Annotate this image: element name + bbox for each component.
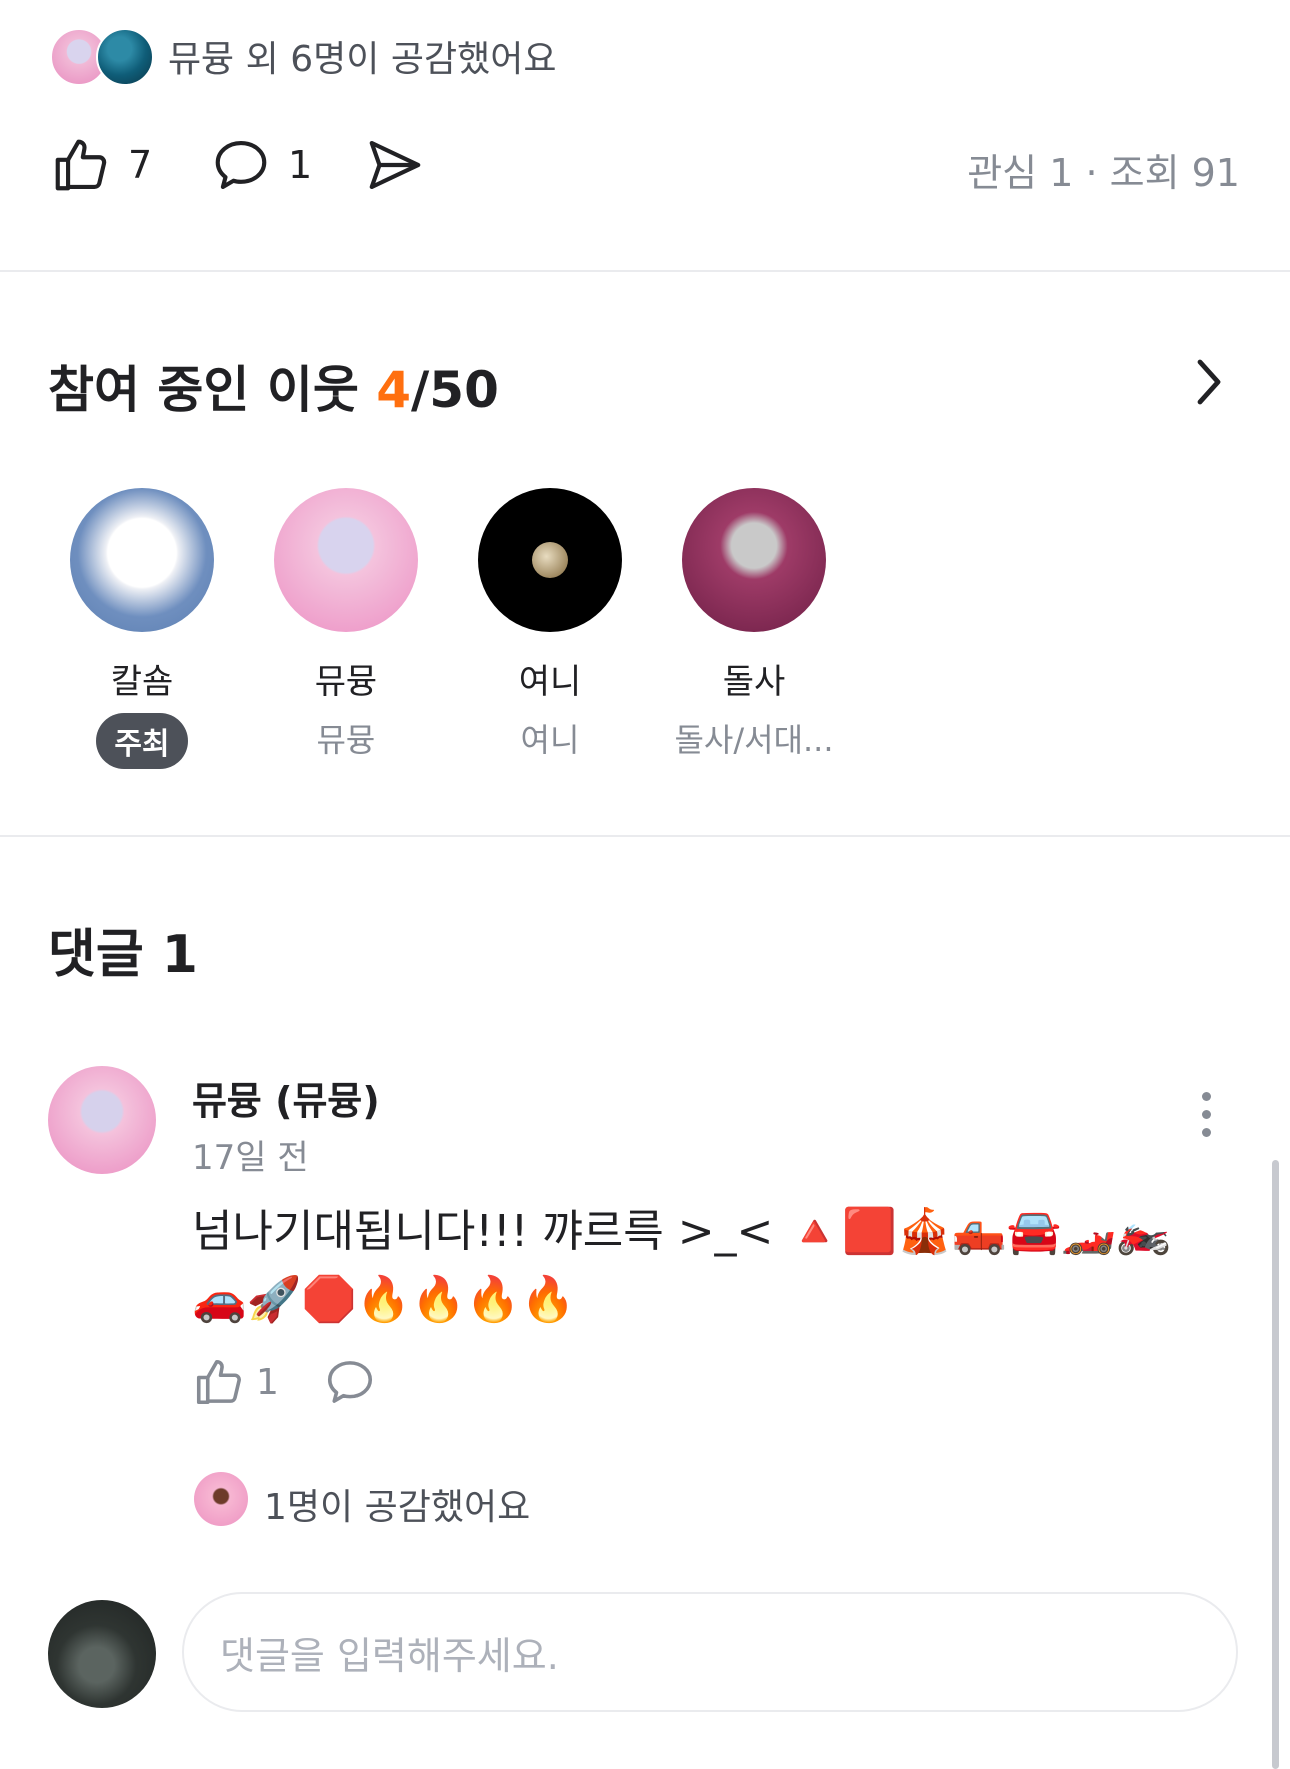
comment-input[interactable]: 댓글을 입력해주세요. xyxy=(182,1592,1238,1712)
avatar xyxy=(96,28,154,86)
participant-subtitle: 돌사/서대... xyxy=(674,721,834,759)
participants-current: 4 xyxy=(376,361,412,419)
participants-title: 참여 중인 이웃 4/50 xyxy=(48,350,499,422)
share-button[interactable] xyxy=(364,130,426,200)
comment-author[interactable]: 뮤뮹 (뮤뮹) xyxy=(192,1070,380,1125)
participant-item[interactable]: 칼숌 주최 xyxy=(42,488,242,769)
comment-button[interactable]: 1 xyxy=(210,130,312,200)
comment-text: 넘나기대됩니다!!! 꺄르륵 >_< 🔺🟥🎪🛻🚘🏎️🏍️🚗🚀🛑🔥🔥🔥🔥 xyxy=(192,1206,1171,1325)
comment-time: 17일 전 xyxy=(192,1138,309,1178)
participants-title-label: 참여 중인 이웃 xyxy=(48,361,377,419)
my-avatar xyxy=(48,1600,156,1708)
reply-bubble-icon[interactable] xyxy=(323,1355,377,1409)
like-button[interactable]: 7 xyxy=(50,130,152,200)
avatar xyxy=(194,1472,248,1526)
participant-name: 뮤뮹 xyxy=(314,662,378,702)
speech-bubble-icon xyxy=(215,140,267,190)
participant-item[interactable]: 돌사 돌사/서대... xyxy=(654,488,854,761)
participant-name: 돌사 xyxy=(722,662,786,702)
participant-item[interactable]: 뮤뮹 뮤뮹 xyxy=(246,488,446,761)
avatar xyxy=(274,488,418,632)
thumbs-up-icon[interactable] xyxy=(192,1355,246,1409)
host-badge: 주최 xyxy=(96,713,188,769)
comment-count: 1 xyxy=(288,143,313,187)
like-count: 7 xyxy=(128,143,153,187)
participant-subtitle: 뮤뮹 xyxy=(316,721,376,759)
more-options-icon[interactable] xyxy=(1196,1092,1216,1144)
reaction-avatars xyxy=(50,28,156,86)
comments-title: 댓글 1 xyxy=(48,925,198,985)
comment-input-placeholder: 댓글을 입력해주세요. xyxy=(220,1633,559,1678)
thumbs-up-icon xyxy=(55,139,107,191)
scrollbar[interactable] xyxy=(1272,1160,1279,1769)
chevron-right-icon[interactable] xyxy=(1188,356,1228,408)
participants-total: /50 xyxy=(411,361,499,419)
participant-item[interactable]: 여니 여니 xyxy=(450,488,650,761)
avatar xyxy=(682,488,826,632)
divider xyxy=(0,835,1290,837)
comment-actions: 1 xyxy=(192,1352,377,1412)
reactions-summary[interactable]: 뮤뮹 외 6명이 공감했어요 xyxy=(168,30,556,82)
comment-likes-summary[interactable]: 1명이 공감했어요 xyxy=(264,1478,530,1530)
comment-author-avatar[interactable] xyxy=(48,1066,156,1174)
avatar xyxy=(70,488,214,632)
participant-subtitle: 여니 xyxy=(520,721,580,759)
comment-like-count: 1 xyxy=(256,1361,279,1403)
post-stats: 관심 1 · 조회 91 xyxy=(967,151,1240,195)
participant-name: 여니 xyxy=(518,662,582,702)
divider xyxy=(0,270,1290,272)
avatar xyxy=(478,488,622,632)
send-icon xyxy=(369,140,421,190)
participant-name: 칼숌 xyxy=(110,662,174,702)
